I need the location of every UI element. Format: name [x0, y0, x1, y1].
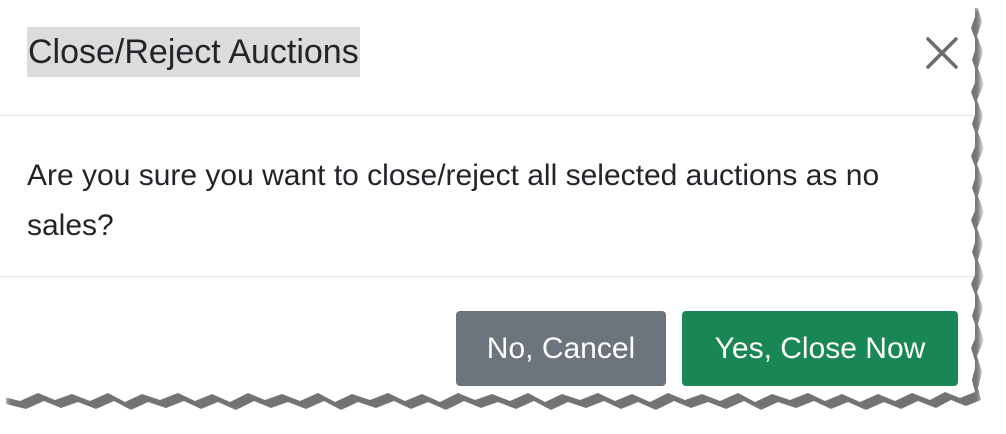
- dialog-footer: No, Cancel Yes, Close Now: [0, 277, 975, 402]
- confirmation-message: Are you sure you want to close/reject al…: [27, 159, 880, 242]
- dialog-header: Close/Reject Auctions: [0, 0, 975, 116]
- close-icon: [920, 31, 964, 75]
- dialog-title: Close/Reject Auctions: [27, 27, 360, 77]
- close-button[interactable]: [920, 31, 964, 75]
- confirm-dialog: Close/Reject Auctions Are you sure you w…: [0, 0, 975, 402]
- dialog-body: Are you sure you want to close/reject al…: [0, 116, 975, 277]
- confirm-close-button[interactable]: Yes, Close Now: [682, 311, 958, 386]
- screenshot-stage: Close/Reject Auctions Are you sure you w…: [0, 0, 1006, 434]
- cancel-button[interactable]: No, Cancel: [456, 311, 666, 386]
